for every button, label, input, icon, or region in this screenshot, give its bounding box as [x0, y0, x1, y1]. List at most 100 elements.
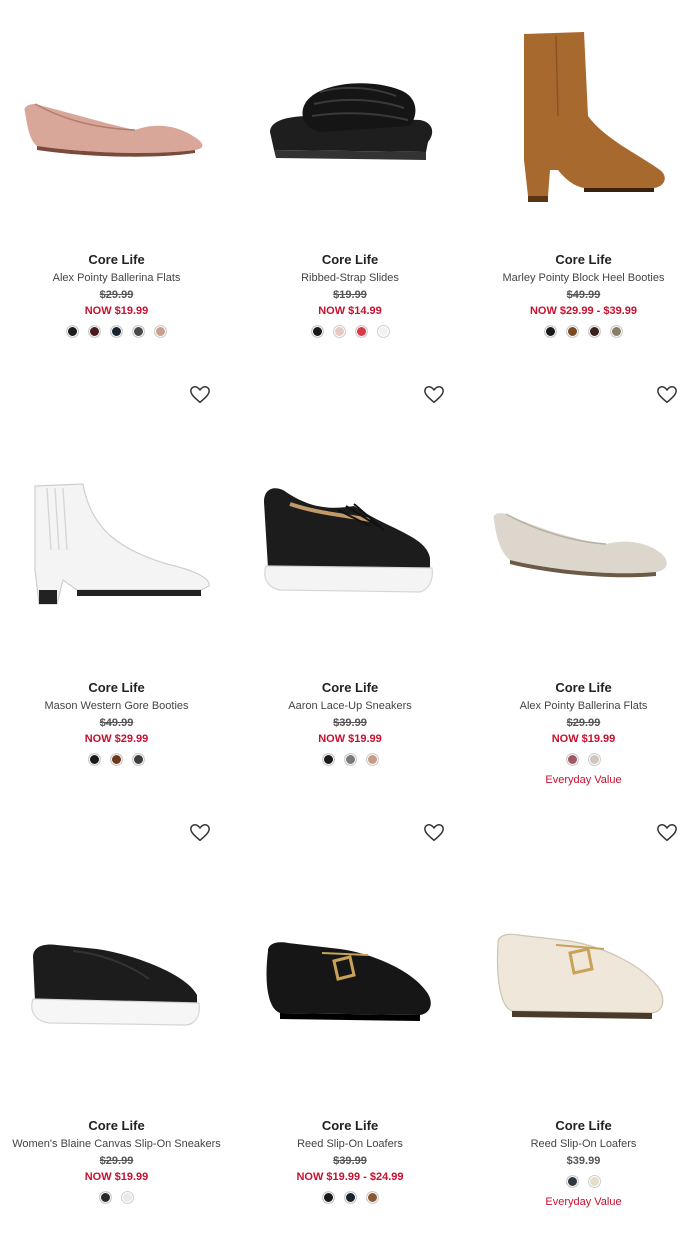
- sale-price: NOW $19.99: [318, 733, 382, 745]
- product-card[interactable]: Core Life Alex Pointy Ballerina Flats $2…: [0, 0, 233, 370]
- color-swatches: [233, 1191, 467, 1205]
- shoe-image: [264, 488, 433, 593]
- original-price: $29.99: [99, 1155, 134, 1167]
- color-swatch[interactable]: [354, 325, 368, 338]
- product-image-stone-flat[interactable]: [475, 410, 692, 670]
- shoe-image: [270, 83, 433, 160]
- shoe-image: [496, 933, 663, 1019]
- color-swatch[interactable]: [132, 325, 145, 338]
- color-swatches: [233, 325, 467, 339]
- product-brand: Core Life: [321, 680, 379, 695]
- shoe-image: [23, 103, 202, 157]
- favorite-heart-icon[interactable]: [656, 822, 678, 844]
- everyday-value-tag: Everyday Value: [545, 1196, 622, 1208]
- product-image-black-sneaker[interactable]: [241, 410, 459, 670]
- color-swatch[interactable]: [343, 753, 357, 766]
- product-name[interactable]: Women's Blaine Canvas Slip-On Sneakers: [0, 1135, 233, 1153]
- product-name[interactable]: Reed Slip-On Loafers: [233, 1135, 467, 1153]
- product-card[interactable]: Core Life Aaron Lace-Up Sneakers $39.99 …: [233, 370, 467, 808]
- color-swatch[interactable]: [588, 325, 601, 338]
- color-swatch[interactable]: [544, 325, 557, 338]
- shoe-image: [523, 32, 665, 202]
- color-swatches: [0, 1191, 233, 1205]
- product-image-tan-bootie[interactable]: [475, 10, 692, 230]
- color-swatch[interactable]: [321, 1191, 335, 1204]
- color-swatch[interactable]: [132, 753, 145, 766]
- favorite-heart-icon[interactable]: [656, 384, 678, 406]
- product-brand: Core Life: [321, 252, 379, 267]
- original-price: $49.99: [566, 289, 601, 301]
- original-price: $29.99: [566, 717, 601, 729]
- color-swatch[interactable]: [343, 1191, 357, 1204]
- color-swatch[interactable]: [88, 753, 101, 766]
- product-name[interactable]: Aaron Lace-Up Sneakers: [233, 697, 467, 715]
- product-image-black-slip-on[interactable]: [8, 848, 225, 1118]
- sale-price: NOW $19.99: [551, 733, 616, 745]
- product-card[interactable]: Core Life Mason Western Gore Booties $49…: [0, 370, 233, 808]
- product-image-cream-loafer[interactable]: [475, 848, 692, 1118]
- product-brand: Core Life: [555, 252, 612, 267]
- product-name[interactable]: Ribbed-Strap Slides: [233, 269, 467, 287]
- color-swatch[interactable]: [610, 325, 623, 338]
- original-price: $49.99: [99, 717, 134, 729]
- color-swatch[interactable]: [110, 325, 123, 338]
- sale-price: NOW $29.99: [84, 733, 149, 745]
- product-name[interactable]: Marley Pointy Block Heel Booties: [467, 269, 700, 287]
- color-swatch[interactable]: [66, 325, 79, 338]
- color-swatches: [467, 325, 700, 339]
- color-swatches: [0, 753, 233, 767]
- sale-price: NOW $14.99: [318, 305, 382, 317]
- color-swatches: [467, 753, 700, 767]
- color-swatch[interactable]: [365, 1191, 379, 1204]
- product-name[interactable]: Mason Western Gore Booties: [0, 697, 233, 715]
- color-swatch[interactable]: [376, 325, 390, 338]
- color-swatch[interactable]: [154, 325, 167, 338]
- color-swatch[interactable]: [566, 753, 579, 766]
- color-swatch[interactable]: [566, 1175, 579, 1188]
- color-swatch[interactable]: [110, 753, 123, 766]
- color-swatch[interactable]: [310, 325, 324, 338]
- color-swatch[interactable]: [99, 1191, 112, 1204]
- favorite-heart-icon[interactable]: [189, 384, 211, 406]
- product-card[interactable]: Core Life Ribbed-Strap Slides $19.99 NOW…: [233, 0, 467, 370]
- sale-price: NOW $19.99: [84, 1171, 149, 1183]
- color-swatch[interactable]: [121, 1191, 134, 1204]
- color-swatches: [467, 1175, 700, 1189]
- product-brand: Core Life: [88, 1118, 145, 1133]
- price: $39.99: [566, 1155, 601, 1167]
- favorite-heart-icon[interactable]: [423, 384, 445, 406]
- product-image-black-slide[interactable]: [241, 10, 459, 230]
- color-swatch[interactable]: [88, 325, 101, 338]
- product-card[interactable]: Core Life Alex Pointy Ballerina Flats $2…: [467, 370, 700, 808]
- color-swatch[interactable]: [321, 753, 335, 766]
- product-card[interactable]: Core Life Reed Slip-On Loafers $39.99 Ev…: [467, 808, 700, 1233]
- original-price: $39.99: [333, 1155, 367, 1167]
- favorite-heart-icon[interactable]: [189, 822, 211, 844]
- color-swatch[interactable]: [588, 1175, 601, 1188]
- product-grid: Core Life Alex Pointy Ballerina Flats $2…: [0, 0, 700, 1233]
- product-brand: Core Life: [555, 680, 612, 695]
- product-brand: Core Life: [555, 1118, 612, 1133]
- color-swatches: [0, 325, 233, 339]
- product-name[interactable]: Alex Pointy Ballerina Flats: [0, 269, 233, 287]
- product-brand: Core Life: [88, 680, 145, 695]
- color-swatch[interactable]: [566, 325, 579, 338]
- favorite-heart-icon[interactable]: [423, 822, 445, 844]
- product-card[interactable]: Core Life Women's Blaine Canvas Slip-On …: [0, 808, 233, 1233]
- product-name[interactable]: Alex Pointy Ballerina Flats: [467, 697, 700, 715]
- product-image-pink-pointy-flat[interactable]: [8, 10, 225, 230]
- product-card[interactable]: Core Life Marley Pointy Block Heel Booti…: [467, 0, 700, 370]
- original-price: $19.99: [333, 289, 367, 301]
- shoe-image: [30, 944, 200, 1026]
- shoe-image: [266, 942, 431, 1021]
- product-image-white-bootie[interactable]: [8, 410, 225, 670]
- original-price: $29.99: [99, 289, 134, 301]
- color-swatch[interactable]: [588, 753, 601, 766]
- color-swatch[interactable]: [332, 325, 346, 338]
- product-name[interactable]: Reed Slip-On Loafers: [467, 1135, 700, 1153]
- original-price: $39.99: [333, 717, 367, 729]
- shoe-image: [33, 483, 210, 605]
- color-swatch[interactable]: [365, 753, 379, 766]
- product-card[interactable]: Core Life Reed Slip-On Loafers $39.99 NO…: [233, 808, 467, 1233]
- product-image-black-loafer[interactable]: [241, 848, 459, 1118]
